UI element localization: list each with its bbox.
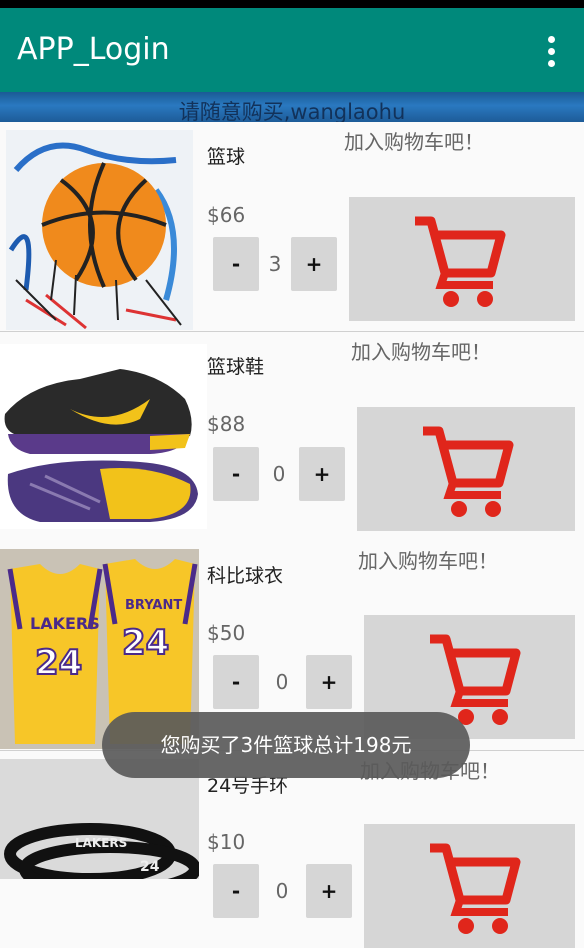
product-price: $10 [207, 830, 246, 854]
decrease-button[interactable]: - [213, 655, 259, 709]
svg-text:24: 24 [140, 859, 160, 875]
product-price: $66 [207, 203, 246, 227]
app-bar: APP_Login [0, 8, 584, 92]
decrease-button[interactable]: - [213, 237, 259, 291]
increase-button[interactable]: + [306, 864, 352, 918]
quantity-value: 0 [275, 670, 289, 694]
basketball-shoes-image [0, 344, 207, 529]
add-to-cart-hint: 加入购物车吧！ [344, 130, 484, 154]
decrease-button[interactable]: - [213, 447, 259, 501]
app-title: APP_Login [17, 32, 170, 67]
product-name: 篮球 [207, 146, 246, 168]
svg-text:24: 24 [122, 623, 169, 663]
overflow-menu-icon[interactable] [546, 36, 556, 72]
basketball-image [6, 130, 193, 330]
product-price: $88 [207, 412, 246, 436]
quantity-value: 0 [275, 879, 289, 903]
product-price: $50 [207, 621, 246, 645]
product-item: 篮球 $66 - 3 + 加入购物车吧！ [0, 122, 584, 333]
welcome-banner: 请随意购买,wanglaohu [0, 92, 584, 124]
product-name: 科比球衣 [207, 565, 284, 587]
add-to-cart-button[interactable] [357, 407, 575, 531]
quantity-value: 3 [268, 252, 282, 276]
decrease-button[interactable]: - [213, 864, 259, 918]
svg-text:LAKERS: LAKERS [75, 836, 127, 850]
product-item: 篮球鞋 $88 - 0 + 加入购物车吧！ [0, 332, 584, 543]
add-to-cart-hint: 加入购物车吧！ [351, 340, 491, 364]
add-to-cart-hint: 加入购物车吧！ [358, 549, 498, 573]
increase-button[interactable]: + [306, 655, 352, 709]
svg-text:LAKERS: LAKERS [30, 614, 100, 633]
quantity-value: 0 [272, 462, 286, 486]
increase-button[interactable]: + [291, 237, 337, 291]
shopping-cart-icon [430, 843, 521, 934]
purchase-toast: 您购买了3件篮球总计198元 [102, 712, 470, 778]
add-to-cart-button[interactable] [349, 197, 575, 321]
product-name: 篮球鞋 [207, 356, 265, 378]
svg-text:24: 24 [35, 643, 82, 683]
status-bar [0, 0, 584, 8]
shopping-cart-icon [415, 216, 506, 307]
increase-button[interactable]: + [299, 447, 345, 501]
add-to-cart-button[interactable] [364, 824, 575, 948]
shopping-cart-icon [423, 426, 514, 517]
svg-text:BRYANT: BRYANT [125, 598, 182, 613]
